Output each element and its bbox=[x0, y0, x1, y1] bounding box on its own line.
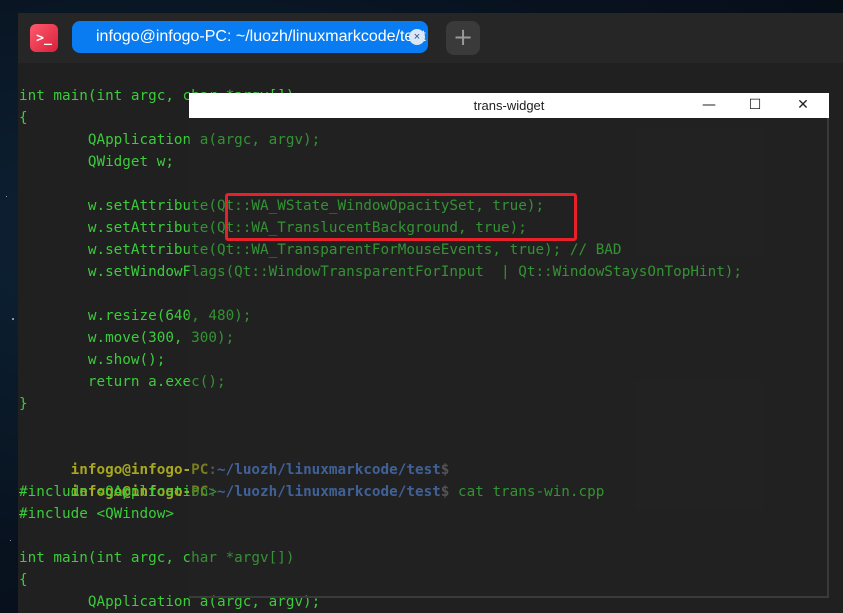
terminal-tab-label: infogo@infogo-PC: ~/luozh/linuxmarkcode/… bbox=[96, 28, 426, 45]
add-tab-button[interactable]: + bbox=[446, 21, 480, 55]
window-border bbox=[827, 118, 829, 598]
terminal-line: #include <QWindow> bbox=[19, 506, 174, 522]
terminal-tab[interactable]: infogo@infogo-PC: ~/luozh/linuxmarkcode/… bbox=[72, 21, 428, 53]
trans-widget-window[interactable]: trans-widget — ☐ ✕ bbox=[189, 93, 829, 598]
terminal-line: } bbox=[19, 396, 28, 412]
terminal-tab-bar: >_ infogo@infogo-PC: ~/luozh/linuxmarkco… bbox=[18, 13, 843, 63]
terminal-app-icon[interactable]: >_ bbox=[30, 24, 58, 52]
tab-close-icon[interactable]: × bbox=[409, 29, 425, 45]
close-icon[interactable]: ✕ bbox=[780, 93, 826, 118]
trans-widget-titlebar[interactable]: trans-widget — ☐ ✕ bbox=[189, 93, 829, 118]
star-decoration bbox=[10, 540, 11, 541]
terminal-line: { bbox=[19, 110, 28, 126]
window-border bbox=[189, 596, 829, 598]
red-highlight-annotation bbox=[225, 193, 577, 241]
terminal-line: w.show(); bbox=[19, 352, 166, 368]
terminal-line: #include <QApplication> bbox=[19, 484, 217, 500]
minimize-icon[interactable]: — bbox=[686, 93, 732, 118]
terminal-line: QWidget w; bbox=[19, 154, 174, 170]
maximize-icon[interactable]: ☐ bbox=[732, 93, 778, 118]
terminal-line: { bbox=[19, 572, 28, 588]
star-decoration bbox=[6, 196, 7, 197]
star-decoration bbox=[12, 318, 14, 320]
